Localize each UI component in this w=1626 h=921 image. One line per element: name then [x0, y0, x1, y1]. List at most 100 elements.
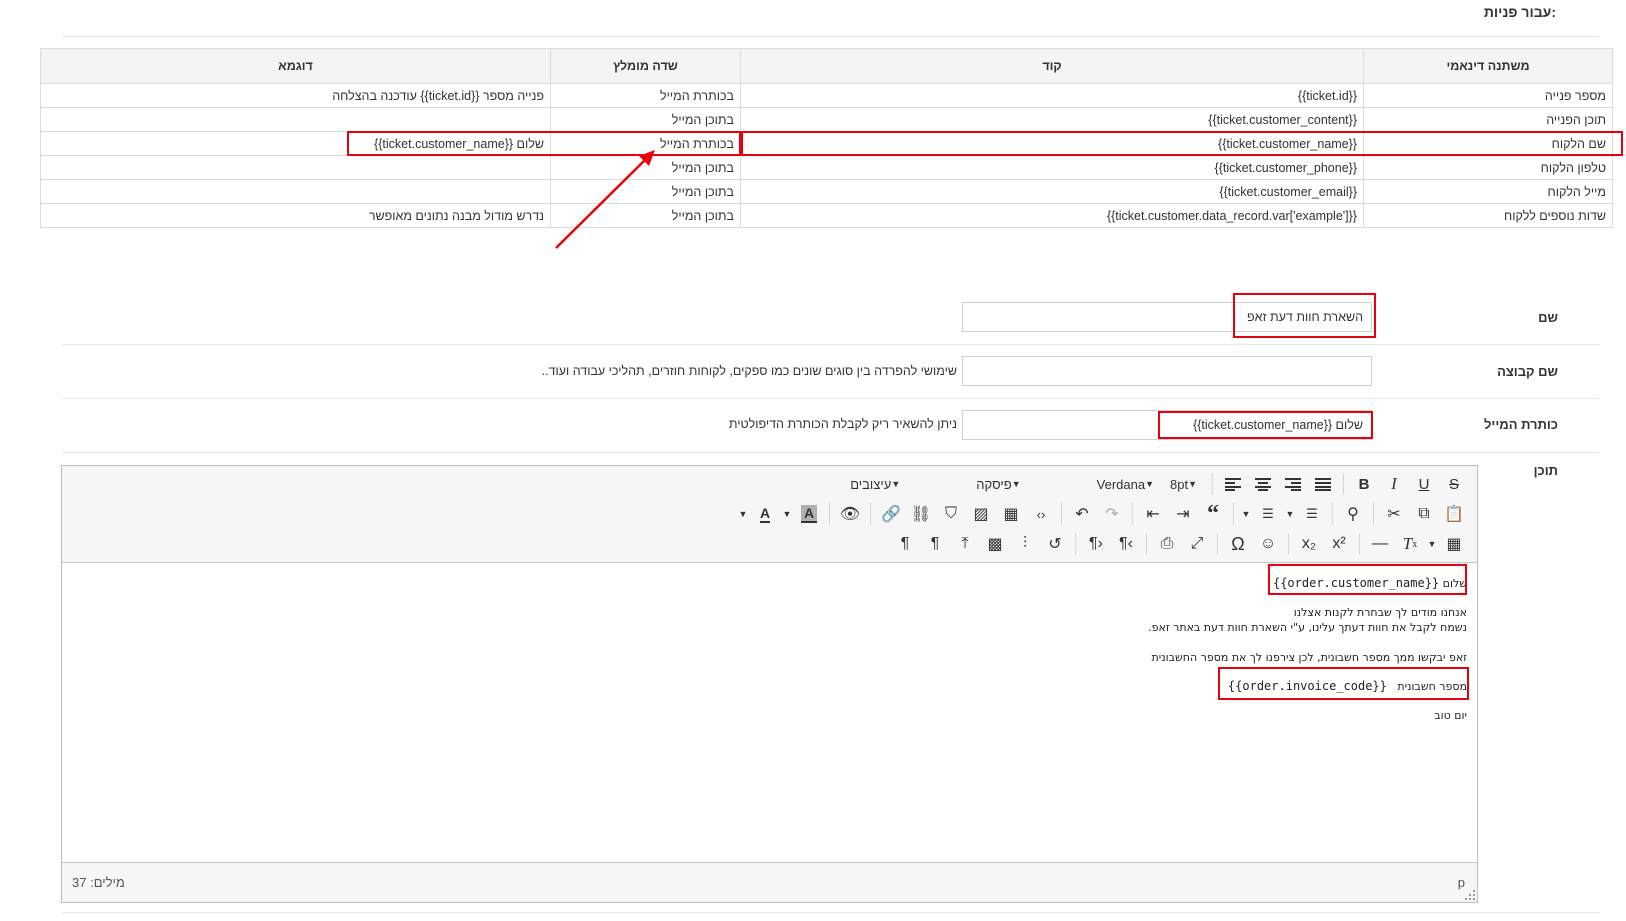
paragraph-mark-icon[interactable]: ¶ — [890, 531, 920, 557]
table-icon[interactable]: ▦ — [1439, 531, 1469, 557]
table-cell: {{ticket.customer_content}} — [740, 107, 1364, 132]
table-cell: בכותרת המייל — [550, 131, 741, 156]
name-input[interactable] — [962, 302, 1372, 332]
align-left-icon[interactable] — [1218, 471, 1248, 497]
greeting-text: שלום — [1442, 577, 1467, 590]
separator — [829, 503, 830, 525]
clear-format-icon[interactable]: Tx — [1395, 531, 1425, 557]
table-row: תוכן הפנייה {{ticket.customer_content}} … — [40, 107, 1613, 132]
group-input[interactable] — [962, 356, 1372, 386]
align-justify-icon[interactable] — [1308, 471, 1338, 497]
table-cell — [40, 179, 551, 204]
subject-input[interactable] — [962, 410, 1372, 440]
table-cell: בתוכן המייל — [550, 107, 741, 132]
table-cell: מייל הלקוח — [1363, 179, 1613, 204]
table-cell: מספר פנייה — [1363, 83, 1613, 108]
content-line: זאפ יבקשו ממך מספר חשבונית, לכן צירפנו ל… — [1151, 651, 1467, 664]
numbered-list-icon[interactable]: ☰ — [1297, 501, 1327, 527]
chevron-down-icon[interactable]: ▼ — [780, 501, 794, 527]
code-icon[interactable]: ‹› — [1026, 501, 1056, 527]
formats-value: עיצובים — [850, 476, 892, 492]
editor-content[interactable]: שלום {{order.customer_name}} אנחנו מודים… — [62, 564, 1477, 862]
element-path[interactable]: p — [1458, 875, 1465, 890]
separator — [1288, 533, 1289, 555]
horizontal-rule-icon[interactable]: — — [1365, 531, 1395, 557]
subject-label: כותרת המייל — [1484, 417, 1558, 432]
content-line: אנחנו מודים לך שבחרת לקנות אצלנו — [1293, 606, 1467, 619]
cut-icon[interactable]: ✂ — [1379, 501, 1409, 527]
blockquote-icon[interactable]: “ — [1198, 501, 1228, 527]
table-cell: {{ticket.customer.data_record.var['examp… — [740, 203, 1364, 228]
column-header: שדה מומלץ — [550, 48, 741, 84]
paste-icon[interactable]: 📋 — [1439, 501, 1469, 527]
media-icon[interactable]: ▦ — [996, 501, 1026, 527]
resize-handle-icon[interactable] — [1465, 890, 1475, 900]
content-line: יום טוב — [1434, 709, 1467, 722]
variables-table: משתנה דינאמי קוד שדה מומלץ דוגמא מספר פנ… — [40, 48, 1613, 228]
rtl-icon[interactable]: ¶‹ — [1111, 531, 1141, 557]
font-family-value: Verdana — [1096, 476, 1146, 492]
separator — [1332, 503, 1333, 525]
chevron-down-icon[interactable]: ▼ — [1283, 501, 1297, 527]
redo-icon[interactable]: ↷ — [1097, 501, 1127, 527]
indent-icon[interactable]: ⇥ — [1168, 501, 1198, 527]
separator — [1233, 503, 1234, 525]
superscript-icon[interactable]: x² — [1324, 531, 1354, 557]
preview-icon[interactable]: 👁 — [835, 501, 865, 527]
separator — [1217, 533, 1218, 555]
chevron-down-icon[interactable]: ▼ — [1239, 501, 1253, 527]
special-char-icon[interactable]: Ω — [1223, 531, 1253, 557]
find-icon[interactable]: ⚲ — [1338, 501, 1368, 527]
fullscreen-icon[interactable]: ⤢ — [1182, 531, 1212, 557]
bookmark-icon[interactable]: ⛉ — [936, 501, 966, 527]
print-icon[interactable]: ⎙ — [1152, 531, 1182, 557]
undo-icon[interactable]: ↶ — [1067, 501, 1097, 527]
italic-icon[interactable]: I — [1379, 471, 1409, 497]
outdent-icon[interactable]: ⇤ — [1138, 501, 1168, 527]
table-cell: פנייה מספר {{ticket.id}} עודכנה בהצלחה — [40, 83, 551, 108]
rich-text-editor: S U I B 8pt ▼ Verdana ▼ פיסקה ▼ עיצובים ▼ 📋 … — [61, 465, 1478, 903]
font-family-dropdown[interactable]: Verdana ▼ — [1091, 471, 1164, 497]
font-size-value: 8pt — [1170, 476, 1189, 492]
bullet-list-icon[interactable]: ☰ — [1253, 501, 1283, 527]
ltr-icon[interactable]: ¶› — [1081, 531, 1111, 557]
underline-icon[interactable]: U — [1409, 471, 1439, 497]
formats-dropdown[interactable]: עיצובים ▼ — [844, 471, 910, 497]
bold-icon[interactable]: B — [1349, 471, 1379, 497]
table-cell: {{ticket.id}} — [740, 83, 1364, 108]
insert-icon[interactable]: ⤒ — [950, 531, 980, 557]
unlink-icon[interactable]: ⛓ — [906, 501, 936, 527]
section-title: עבור פניות: — [1483, 4, 1556, 20]
chevron-down-icon[interactable]: ▼ — [1425, 531, 1439, 557]
separator — [1146, 533, 1147, 555]
table-row: טלפון הלקוח {{ticket.customer_phone}} בת… — [40, 155, 1613, 180]
chevron-down-icon: ▼ — [1145, 479, 1154, 489]
show-blocks-icon[interactable]: ¶ — [920, 531, 950, 557]
content-label: תוכן — [1533, 463, 1558, 478]
editor-statusbar: מילים: 37 p — [62, 862, 1477, 902]
text-color-icon[interactable]: A — [750, 501, 780, 527]
group-label: שם קבוצה — [1497, 364, 1558, 379]
chevron-down-icon[interactable]: ▼ — [736, 501, 750, 527]
bg-color-icon[interactable]: A — [794, 501, 824, 527]
restore-icon[interactable]: ↺ — [1040, 531, 1070, 557]
table-cell: נדרש מודול מבנה נתונים מאופשר — [40, 203, 551, 228]
page-break-icon[interactable]: ⫶ — [1010, 531, 1040, 557]
paragraph-dropdown[interactable]: פיסקה ▼ — [970, 471, 1030, 497]
separator — [870, 503, 871, 525]
table-cell: בכותרת המייל — [550, 83, 741, 108]
align-center-icon[interactable] — [1248, 471, 1278, 497]
separator — [1132, 503, 1133, 525]
copy-icon[interactable]: ⧉ — [1409, 501, 1439, 527]
strikethrough-icon[interactable]: S — [1439, 471, 1469, 497]
column-header: קוד — [740, 48, 1364, 84]
divider — [62, 398, 1599, 399]
invoice-code-var: {{order.invoice_code}} — [1227, 679, 1387, 693]
align-right-icon[interactable] — [1278, 471, 1308, 497]
visual-blocks-icon[interactable]: ▩ — [980, 531, 1010, 557]
emoji-icon[interactable]: ☺ — [1253, 531, 1283, 557]
font-size-dropdown[interactable]: 8pt ▼ — [1164, 471, 1207, 497]
subscript-icon[interactable]: x₂ — [1294, 531, 1324, 557]
link-icon[interactable]: 🔗 — [876, 501, 906, 527]
image-icon[interactable]: ▨ — [966, 501, 996, 527]
